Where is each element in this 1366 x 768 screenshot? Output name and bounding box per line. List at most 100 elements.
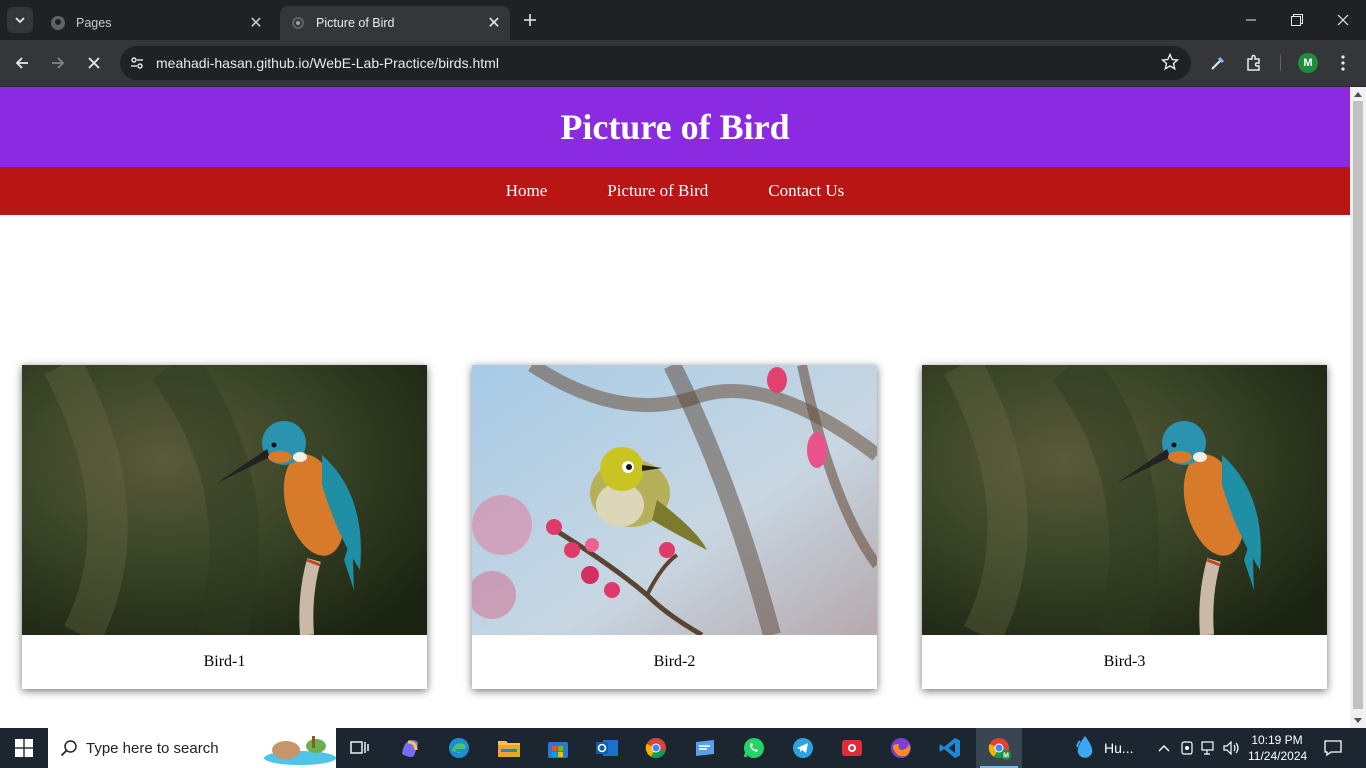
site-info-icon[interactable] — [122, 48, 152, 78]
browser-toolbar: meahadi-hasan.github.io/WebE-Lab-Practic… — [0, 40, 1366, 87]
remote-desktop-app[interactable] — [682, 728, 728, 768]
arrow-right-icon — [52, 57, 65, 69]
svg-text:M: M — [1003, 753, 1009, 760]
network-icon[interactable] — [1201, 741, 1217, 755]
white-eye-image — [472, 365, 877, 635]
restore-button[interactable] — [1274, 0, 1320, 40]
search-placeholder: Type here to search — [86, 739, 219, 757]
profile-avatar[interactable]: M — [1298, 53, 1318, 73]
bird-card-2: Bird-2 — [472, 365, 877, 689]
new-tab-button[interactable] — [518, 8, 542, 32]
close-window-button[interactable] — [1320, 0, 1366, 40]
start-button[interactable] — [0, 728, 48, 768]
minimize-icon — [1246, 19, 1256, 21]
telegram-icon — [793, 738, 813, 758]
store-icon — [548, 742, 568, 758]
chrome-app-active[interactable]: M — [976, 728, 1022, 768]
vscode-app[interactable] — [927, 728, 973, 768]
edge-app[interactable] — [436, 728, 482, 768]
forward-button[interactable] — [43, 48, 73, 78]
github-icon — [50, 15, 66, 31]
task-view-button[interactable] — [337, 728, 383, 768]
extensions-puzzle-icon[interactable] — [1241, 50, 1267, 76]
copilot-app[interactable] — [387, 728, 433, 768]
back-button[interactable] — [7, 48, 37, 78]
screen-recorder-icon — [842, 740, 862, 756]
outlook-icon — [596, 740, 618, 756]
scroll-down-arrow-icon[interactable] — [1350, 714, 1366, 728]
windows-logo-icon — [15, 739, 33, 757]
scroll-up-arrow-icon[interactable] — [1350, 87, 1366, 101]
nav-link-home[interactable]: Home — [506, 181, 548, 201]
nav-link-picture-of-bird[interactable]: Picture of Bird — [607, 181, 708, 201]
chevron-down-icon — [15, 17, 25, 24]
system-tray — [1157, 728, 1241, 768]
device-icon[interactable] — [1181, 741, 1193, 755]
tab-picture-of-bird[interactable]: Picture of Bird ✕ — [280, 6, 510, 40]
search-highlight-illustration — [264, 736, 336, 765]
bird-caption: Bird-3 — [1103, 653, 1146, 670]
taskbar-search-box[interactable]: Type here to search — [48, 728, 336, 768]
plus-icon — [524, 14, 536, 26]
notification-icon — [1324, 740, 1342, 757]
chevron-up-icon[interactable] — [1157, 744, 1171, 752]
minimize-button[interactable] — [1228, 0, 1274, 40]
search-icon — [60, 740, 77, 757]
whatsapp-icon — [743, 738, 764, 758]
bookmark-star-icon[interactable] — [1160, 52, 1180, 76]
nav-link-contact-us[interactable]: Contact Us — [768, 181, 844, 201]
page-scrollbar[interactable] — [1350, 87, 1366, 728]
volume-icon[interactable] — [1223, 741, 1241, 755]
chrome-icon: M — [988, 738, 1011, 760]
outlook-app[interactable] — [584, 728, 630, 768]
scrollbar-thumb[interactable] — [1353, 101, 1363, 709]
edge-icon — [449, 738, 469, 758]
url-host: meahadi-hasan.github.io — [156, 55, 310, 71]
close-icon — [1337, 14, 1349, 26]
screen-recorder-app[interactable] — [829, 728, 875, 768]
clock-date: 11/24/2024 — [1248, 749, 1308, 763]
close-tab-icon[interactable]: ✕ — [484, 13, 504, 33]
remote-desktop-icon — [696, 740, 714, 756]
url-path: /WebE-Lab-Practice/birds.html — [309, 55, 499, 71]
microsoft-store-app[interactable] — [535, 728, 581, 768]
page-title: Picture of Bird — [560, 107, 790, 147]
telegram-app[interactable] — [780, 728, 826, 768]
address-bar[interactable]: meahadi-hasan.github.io/WebE-Lab-Practic… — [120, 46, 1191, 80]
chrome-icon — [645, 738, 666, 758]
url-text: meahadi-hasan.github.io/WebE-Lab-Practic… — [156, 55, 499, 71]
taskbar-clock[interactable]: 10:19 PM 11/24/2024 — [1248, 732, 1308, 764]
kingfisher-image — [922, 365, 1327, 635]
clock-time: 10:19 PM — [1251, 733, 1303, 747]
site-nav: Home Picture of Bird Contact Us — [0, 167, 1350, 215]
folder-icon — [498, 741, 520, 757]
weather-label: Hu... — [1104, 740, 1134, 756]
tab-pages[interactable]: Pages ✕ — [40, 6, 272, 40]
loading-favicon-icon — [290, 15, 306, 31]
firefox-app[interactable] — [878, 728, 924, 768]
close-tab-icon[interactable]: ✕ — [246, 13, 266, 33]
weather-widget[interactable]: Hu... — [1074, 728, 1134, 768]
kingfisher-image — [22, 365, 427, 635]
stop-loading-button[interactable] — [79, 48, 109, 78]
whatsapp-app[interactable] — [731, 728, 777, 768]
menu-kebab-icon[interactable] — [1330, 50, 1356, 76]
tab-title: Picture of Bird — [316, 16, 395, 30]
copilot-icon — [402, 740, 418, 757]
bird-caption: Bird-1 — [203, 653, 246, 670]
eyedropper-extension-icon[interactable] — [1205, 50, 1231, 76]
restore-icon — [1291, 14, 1303, 26]
page-viewport: Picture of Bird Home Picture of Bird Con… — [0, 87, 1350, 728]
vscode-icon — [939, 738, 960, 758]
arrow-left-icon — [15, 57, 28, 69]
tab-search-button[interactable] — [7, 7, 33, 33]
bird-card-3: Bird-3 — [922, 365, 1327, 689]
file-explorer-app[interactable] — [486, 728, 532, 768]
chrome-app[interactable] — [633, 728, 679, 768]
site-header: Picture of Bird — [0, 87, 1350, 167]
notification-center-button[interactable] — [1310, 728, 1356, 768]
windows-taskbar: Type here to search M Hu... 10:19 PM 11/… — [0, 728, 1366, 768]
tab-title: Pages — [76, 16, 112, 30]
close-icon — [88, 57, 100, 69]
bird-caption: Bird-2 — [653, 653, 696, 670]
